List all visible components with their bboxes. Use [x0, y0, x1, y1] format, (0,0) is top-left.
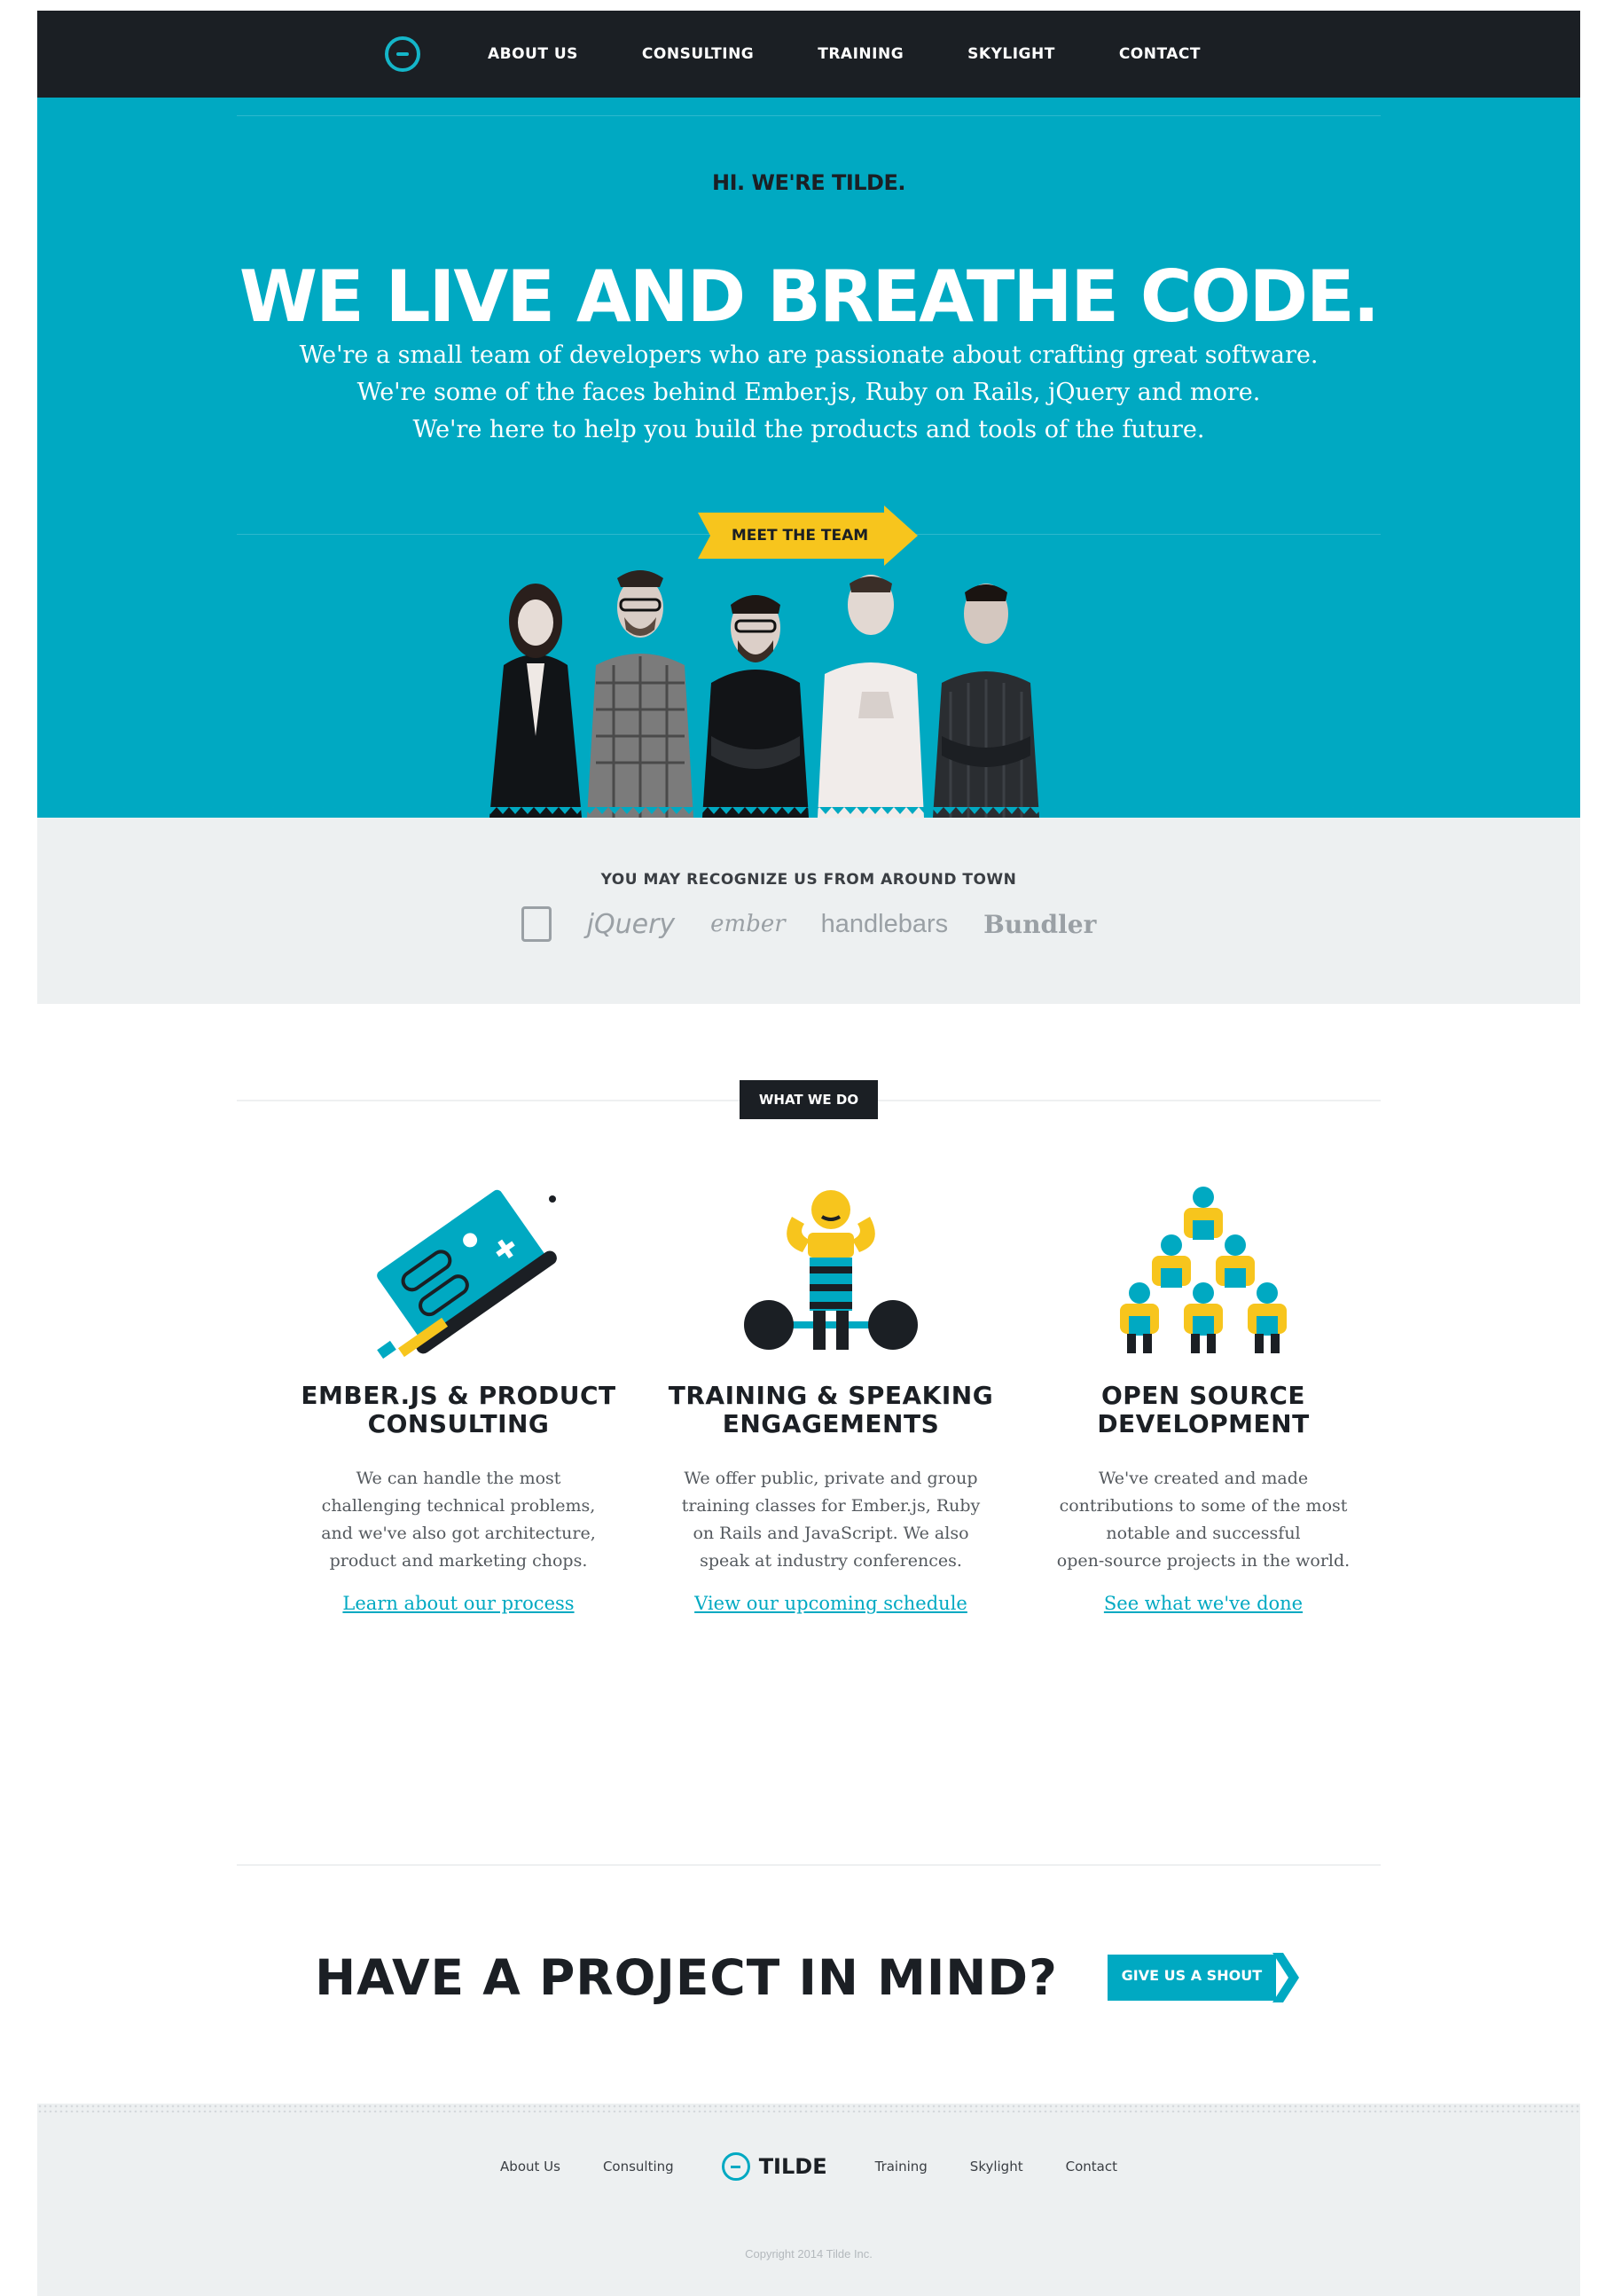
give-us-a-shout-button[interactable]: GIVE US A SHOUT	[1107, 1953, 1303, 2002]
card-description: We offer public, private and group train…	[658, 1465, 1004, 1575]
footer-link-consulting[interactable]: Consulting	[603, 2159, 674, 2175]
top-nav: ABOUT US CONSULTING TRAINING SKYLIGHT CO…	[37, 11, 1580, 98]
footer-link-contact[interactable]: Contact	[1066, 2159, 1117, 2175]
card-text-line: and we've also got architecture,	[321, 1524, 596, 1543]
card-text-line: on Rails and JavaScript. We also	[693, 1524, 969, 1543]
tilde-logo-icon[interactable]	[384, 36, 420, 72]
card-description: We've created and made contributions to …	[1030, 1465, 1376, 1575]
card-description: We can handle the most challenging techn…	[286, 1465, 631, 1575]
recognize-title: YOU MAY RECOGNIZE US FROM AROUND TOWN	[600, 871, 1017, 889]
card-title: EMBER.JS & PRODUCT CONSULTING	[286, 1382, 631, 1438]
card-text-line: We offer public, private and group	[684, 1469, 978, 1488]
project-logos: jQuery ember handlebars Bundler	[37, 906, 1580, 942]
nav-skylight[interactable]: SKYLIGHT	[967, 45, 1055, 63]
ember-logo: ember	[710, 911, 786, 937]
team-member-1	[489, 584, 582, 818]
team-member-5	[933, 584, 1039, 818]
hero-section: HI. WE'RE TILDE. WE LIVE AND BREATHE COD…	[37, 98, 1580, 818]
footer-dotted-border	[37, 2104, 1580, 2112]
team-member-2	[587, 570, 693, 818]
footer: About Us Consulting TILDE Training Skyli…	[37, 2104, 1580, 2296]
training-card: TRAINING & SPEAKING ENGAGEMENTS We offer…	[658, 1181, 1004, 1614]
give-us-a-shout-label: GIVE US A SHOUT	[1121, 1967, 1263, 1984]
team-member-4	[818, 575, 924, 818]
hero-line: We're here to help you build the product…	[412, 416, 1205, 443]
hero-line: We're some of the faces behind Ember.js,…	[356, 379, 1261, 406]
jquery-logo: jQuery	[586, 908, 676, 940]
card-text-line: product and marketing chops.	[329, 1551, 588, 1571]
card-title-line: ENGAGEMENTS	[722, 1409, 940, 1438]
handlebars-logo: handlebars	[820, 909, 949, 938]
card-title-line: CONSULTING	[367, 1409, 550, 1438]
team-member-3	[702, 595, 809, 818]
blueprint-scroll-icon	[343, 1181, 574, 1360]
projects-link[interactable]: See what we've done	[1030, 1593, 1376, 1614]
card-title: TRAINING & SPEAKING ENGAGEMENTS	[658, 1382, 1004, 1438]
hero-description: We're a small team of developers who are…	[37, 337, 1580, 449]
card-title: OPEN SOURCE DEVELOPMENT	[1030, 1382, 1376, 1438]
what-we-do-badge: WHAT WE DO	[740, 1080, 878, 1119]
card-text-line: contributions to some of the most	[1059, 1496, 1348, 1516]
nav-training[interactable]: TRAINING	[818, 45, 904, 63]
meet-the-team-label: MEET THE TEAM	[731, 527, 869, 545]
hero-kicker: HI. WE'RE TILDE.	[712, 170, 905, 195]
card-title-line: DEVELOPMENT	[1097, 1409, 1310, 1438]
nav-consulting[interactable]: CONSULTING	[642, 45, 754, 63]
strongman-icon	[716, 1181, 946, 1359]
cta-title: HAVE A PROJECT IN MIND?	[315, 1949, 1058, 2006]
open-source-card: OPEN SOURCE DEVELOPMENT We've created an…	[1030, 1181, 1376, 1614]
card-title-line: EMBER.JS & PRODUCT	[301, 1381, 616, 1410]
tilde-logo-icon	[721, 2152, 750, 2181]
card-text-line: We can handle the most	[356, 1469, 561, 1488]
footer-brand-name: TILDE	[758, 2154, 827, 2179]
bundler-logo: Bundler	[983, 909, 1097, 939]
nav-contact[interactable]: CONTACT	[1119, 45, 1201, 63]
hero-divider	[237, 115, 1381, 116]
recognize-section: YOU MAY RECOGNIZE US FROM AROUND TOWN jQ…	[37, 818, 1580, 1004]
schedule-link[interactable]: View our upcoming schedule	[658, 1593, 1004, 1614]
cta-section: HAVE A PROJECT IN MIND? GIVE US A SHOUT	[37, 1942, 1580, 2013]
team-photo	[489, 570, 1039, 818]
footer-link-skylight[interactable]: Skylight	[970, 2159, 1023, 2175]
footer-link-training[interactable]: Training	[875, 2159, 928, 2175]
card-title-line: OPEN SOURCE	[1100, 1381, 1306, 1410]
hero-title: WE LIVE AND BREATHE CODE.	[239, 255, 1380, 338]
footer-brand[interactable]: TILDE	[721, 2152, 827, 2181]
learn-process-link[interactable]: Learn about our process	[286, 1593, 631, 1614]
card-text-line: training classes for Ember.js, Ruby	[681, 1496, 981, 1516]
meet-the-team-button[interactable]: MEET THE TEAM	[698, 505, 918, 566]
footer-link-about[interactable]: About Us	[500, 2159, 560, 2175]
rails-logo-icon	[521, 906, 552, 942]
card-text-line: speak at industry conferences.	[700, 1551, 962, 1571]
human-pyramid-icon	[1088, 1181, 1319, 1359]
copyright: Copyright 2014 Tilde Inc.	[745, 2247, 873, 2261]
card-text-line: open-source projects in the world.	[1056, 1551, 1351, 1571]
section-divider	[237, 1864, 1381, 1866]
consulting-card: EMBER.JS & PRODUCT CONSULTING We can han…	[286, 1181, 631, 1614]
nav-about-us[interactable]: ABOUT US	[488, 45, 578, 63]
card-text-line: notable and successful	[1106, 1524, 1301, 1543]
card-title-line: TRAINING & SPEAKING	[668, 1381, 994, 1410]
card-text-line: We've created and made	[1098, 1469, 1309, 1488]
hero-line: We're a small team of developers who are…	[299, 341, 1319, 369]
card-text-line: challenging technical problems,	[321, 1496, 596, 1516]
page: ABOUT US CONSULTING TRAINING SKYLIGHT CO…	[37, 11, 1580, 2296]
footer-nav: About Us Consulting TILDE Training Skyli…	[37, 2152, 1580, 2181]
